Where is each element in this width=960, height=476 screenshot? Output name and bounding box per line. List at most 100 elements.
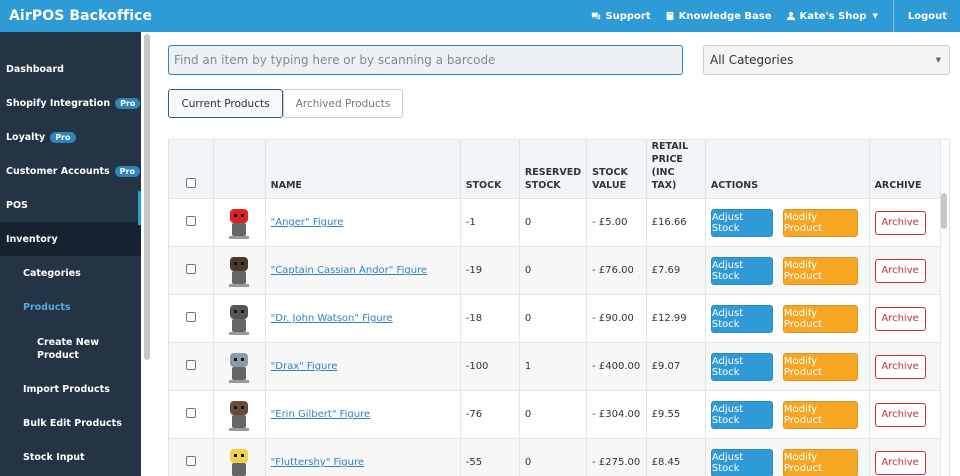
tab-archived-products[interactable]: Archived Products	[283, 89, 403, 118]
stock-header[interactable]: STOCK	[460, 140, 520, 199]
adjust-stock-button[interactable]: Adjust Stock	[710, 208, 773, 237]
row-checkbox[interactable]	[185, 408, 196, 418]
sidebar-item-bulk-edit-products[interactable]: Bulk Edit Products	[0, 406, 141, 440]
sidebar-item-label: Import Products	[23, 383, 110, 395]
actions-header: ACTIONS	[705, 140, 870, 199]
sidebar-item-dashboard[interactable]: Dashboard	[0, 52, 141, 86]
search-input[interactable]	[168, 45, 683, 75]
image-header	[213, 140, 266, 199]
modify-product-button[interactable]: Modify Product	[782, 352, 858, 381]
user-icon	[786, 11, 795, 21]
sidebar-item-customer-accounts[interactable]: Customer Accounts Pro	[0, 154, 141, 188]
page-scrollbar-thumb[interactable]	[144, 34, 150, 360]
modify-product-button[interactable]: Modify Product	[782, 208, 858, 237]
row-checkbox[interactable]	[185, 456, 196, 466]
table-row: "Captain Cassian Andor" Figure -19 0- £76.…	[169, 246, 942, 295]
modify-product-button[interactable]: Modify Product	[782, 304, 858, 333]
select-all-checkbox[interactable]	[185, 178, 196, 188]
retail-price-cell: £12.99	[646, 294, 706, 343]
category-select[interactable]: All Categories ▼	[703, 45, 950, 75]
support-link[interactable]: Support	[584, 0, 657, 32]
shop-menu[interactable]: Kate's Shop ▼	[779, 0, 885, 32]
stock-value-cell: - £400.00	[586, 342, 647, 391]
archive-button[interactable]: Archive	[874, 354, 926, 379]
knowledge-base-link[interactable]: Knowledge Base	[658, 0, 779, 32]
support-label: Support	[605, 10, 651, 22]
product-name-link[interactable]: "Dr. John Watson" Figure	[271, 313, 393, 324]
reserved-stock-header[interactable]: RESERVED STOCK	[519, 140, 588, 199]
adjust-stock-button[interactable]: Adjust Stock	[710, 256, 773, 285]
row-select-cell	[169, 198, 214, 247]
reserved-stock-cell: 0	[519, 198, 588, 247]
row-select-cell	[169, 342, 214, 391]
sidebar-item-categories[interactable]: Categories	[0, 256, 141, 290]
product-thumbnail-icon[interactable]	[221, 445, 257, 476]
knowledge-base-label: Knowledge Base	[678, 10, 772, 22]
product-image-cell	[213, 342, 266, 391]
product-image-cell	[213, 294, 266, 343]
table-scrollbar-thumb[interactable]	[941, 193, 947, 229]
sidebar-item-products[interactable]: Products	[0, 290, 141, 324]
app-title[interactable]: AirPOS Backoffice	[0, 8, 152, 24]
archive-cell: Archive	[869, 294, 942, 343]
product-image-cell	[213, 438, 266, 476]
sidebar-item-inventory[interactable]: Inventory	[0, 222, 141, 256]
product-image-cell	[213, 246, 266, 295]
product-thumbnail-icon[interactable]	[221, 349, 257, 385]
retail-price-header[interactable]: RETAIL PRICE (INC TAX)	[646, 140, 706, 199]
row-checkbox[interactable]	[185, 312, 196, 322]
product-thumbnail-icon[interactable]	[221, 253, 257, 289]
product-thumbnail-icon[interactable]	[221, 205, 257, 241]
logout-link[interactable]: Logout	[892, 0, 960, 32]
product-name-link[interactable]: "Fluttershy" Figure	[271, 457, 364, 468]
stock-cell: -55	[460, 438, 520, 476]
retail-price-cell: £9.07	[646, 342, 706, 391]
stock-value-header[interactable]: STOCK VALUE	[586, 140, 647, 199]
sidebar-item-loyalty[interactable]: Loyalty Pro	[0, 120, 141, 154]
product-thumbnail-icon[interactable]	[221, 301, 257, 337]
product-name-link[interactable]: "Drax" Figure	[271, 361, 338, 372]
stock-cell: -100	[460, 342, 520, 391]
stock-cell: -18	[460, 294, 520, 343]
product-name-link[interactable]: "Captain Cassian Andor" Figure	[271, 265, 427, 276]
archive-button[interactable]: Archive	[874, 450, 926, 475]
adjust-stock-button[interactable]: Adjust Stock	[710, 304, 773, 333]
archive-button[interactable]: Archive	[874, 402, 926, 427]
tab-current-products[interactable]: Current Products	[168, 89, 283, 118]
sidebar-item-pos[interactable]: POS	[0, 188, 141, 222]
product-name-cell: "Drax" Figure	[265, 342, 461, 391]
retail-price-cell: £7.69	[646, 246, 706, 295]
archive-button[interactable]: Archive	[874, 306, 926, 331]
adjust-stock-button[interactable]: Adjust Stock	[710, 352, 773, 381]
table-row: "Drax" Figure -100 1- £400.00 £9.07 Adjust S…	[169, 342, 942, 391]
chat-icon	[592, 12, 601, 21]
row-checkbox[interactable]	[185, 216, 196, 226]
sidebar-item-label: Inventory	[6, 233, 58, 245]
adjust-stock-button[interactable]: Adjust Stock	[710, 400, 773, 429]
product-name-cell: "Erin Gilbert" Figure	[265, 390, 461, 439]
sidebar-item-create-new-product[interactable]: Create New Product	[0, 332, 110, 366]
product-name-link[interactable]: "Erin Gilbert" Figure	[271, 409, 370, 420]
modify-product-button[interactable]: Modify Product	[782, 400, 858, 429]
modify-product-button[interactable]: Modify Product	[782, 256, 858, 285]
archive-button[interactable]: Archive	[874, 258, 926, 283]
reserved-stock-cell: 0	[519, 294, 588, 343]
sidebar-item-shopify-integration[interactable]: Shopify Integration Pro	[0, 86, 141, 120]
row-checkbox[interactable]	[185, 360, 196, 370]
top-bar: AirPOS Backoffice Support Knowledge Base…	[0, 0, 960, 32]
sidebar-item-import-products[interactable]: Import Products	[0, 372, 141, 406]
sidebar-item-stock-input[interactable]: Stock Input	[0, 440, 141, 474]
product-name-link[interactable]: "Anger" Figure	[271, 217, 344, 228]
adjust-stock-button[interactable]: Adjust Stock	[710, 448, 773, 476]
product-thumbnail-icon[interactable]	[221, 397, 257, 433]
stock-value-cell: - £90.00	[586, 294, 647, 343]
header-line: PRICE	[651, 154, 683, 165]
table-row: "Anger" Figure -1 0- £5.00 £16.66 Adjust Sto…	[169, 198, 942, 247]
archive-button[interactable]: Archive	[874, 210, 926, 235]
archive-cell: Archive	[869, 246, 942, 295]
row-checkbox[interactable]	[185, 264, 196, 274]
product-image-cell	[213, 198, 266, 247]
name-header[interactable]: NAME	[265, 140, 461, 199]
modify-product-button[interactable]: Modify Product	[782, 448, 858, 476]
actions-cell: Adjust Stock Modify Product	[705, 294, 870, 343]
